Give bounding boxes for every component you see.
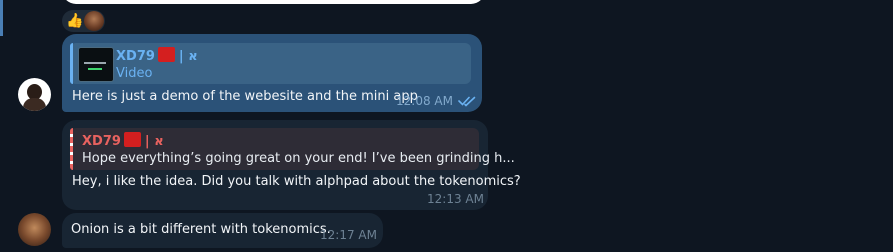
- double-check-icon: [458, 96, 476, 107]
- previous-message-bubble[interactable]: [62, 0, 485, 4]
- reaction-chip[interactable]: 👍: [62, 10, 105, 32]
- reply-quote-text: Hope everything’s going great on your en…: [82, 151, 515, 166]
- thumbnail-green-line: [88, 68, 102, 70]
- message-time: 12:08 AM: [396, 94, 453, 108]
- chat-list-edge: [0, 0, 3, 36]
- reply-media-label: Video: [116, 66, 153, 81]
- message-text: Onion is a bit different with tokenomics…: [71, 222, 331, 237]
- outgoing-message-bubble[interactable]: XD79 | א Video Here is just a demo of the…: [62, 34, 482, 112]
- reply-accent-bar: [70, 43, 73, 84]
- reply-preview[interactable]: XD79 | א Hope everything’s going great on…: [70, 128, 515, 170]
- reply-sender-suffix: | א: [178, 49, 198, 64]
- reply-sender: XD79 | א: [82, 132, 164, 149]
- video-thumbnail: [78, 47, 114, 82]
- reply-sender: XD79 | א: [116, 47, 198, 64]
- thumbs-up-icon: 👍: [66, 13, 84, 29]
- message-text: Here is just a demo of the webesite and …: [72, 89, 418, 104]
- reply-accent-bar: [70, 128, 73, 170]
- message-time: 12:13 AM: [427, 192, 484, 206]
- reply-sender-name: XD79: [116, 49, 155, 64]
- red-square-icon: [157, 47, 175, 62]
- sender-avatar[interactable]: [18, 213, 51, 246]
- reply-sender-suffix: | א: [144, 134, 164, 149]
- incoming-message-bubble[interactable]: XD79 | א Hope everything’s going great on…: [62, 120, 521, 210]
- thumbnail-text-line: [84, 62, 106, 64]
- red-square-icon: [123, 132, 141, 147]
- reply-sender-name: XD79: [82, 134, 121, 149]
- reactor-avatar: [84, 11, 104, 31]
- sender-avatar[interactable]: [18, 78, 51, 111]
- message-time: 12:17 AM: [320, 228, 377, 242]
- avatar-body: [23, 98, 46, 111]
- message-text: Hey, i like the idea. Did you talk with …: [72, 174, 521, 189]
- reply-preview[interactable]: XD79 | א Video: [70, 43, 471, 84]
- incoming-message-bubble[interactable]: Onion is a bit different with tokenomics…: [62, 213, 383, 248]
